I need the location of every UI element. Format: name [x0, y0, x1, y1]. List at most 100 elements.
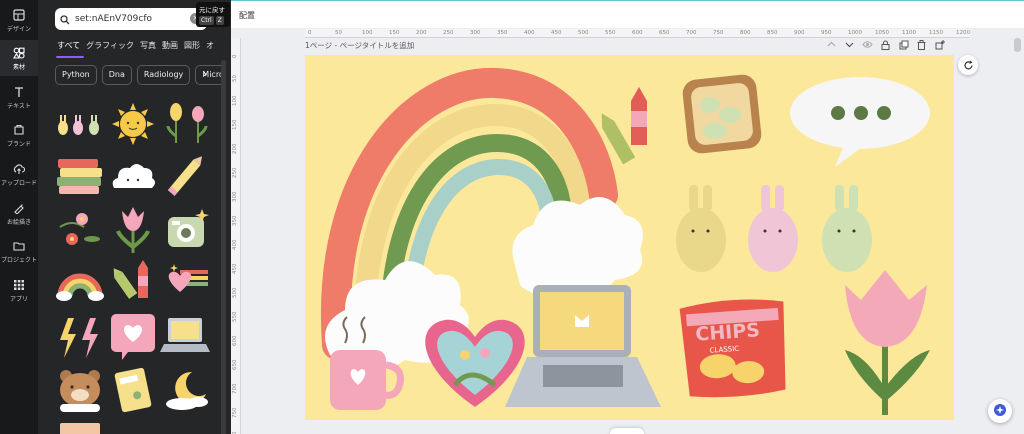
ruler-tick-label: 350	[232, 215, 238, 227]
tab-graphics[interactable]: グラフィック	[86, 40, 134, 54]
tab-photos[interactable]: 写真	[140, 40, 156, 54]
ruler-tick-label: 150	[232, 119, 238, 131]
heart-frame-graphic	[425, 319, 525, 407]
camera-thumb[interactable]	[162, 205, 210, 253]
tab-all[interactable]: すべて	[57, 40, 80, 54]
rail-label: ブランド	[6, 140, 31, 148]
ruler-tick-label: 1000	[848, 30, 862, 36]
magic-assistant-button[interactable]	[988, 399, 1012, 423]
trash-icon[interactable]	[916, 39, 927, 50]
chip-radiology[interactable]: Radiology	[136, 65, 191, 85]
chevron-right-icon[interactable]: ›	[203, 69, 207, 80]
active-tab-indicator	[56, 56, 84, 58]
page-toolbar	[826, 39, 945, 50]
tulip-thumb[interactable]	[110, 203, 156, 255]
lightning-thumb[interactable]	[54, 312, 106, 364]
ruler-tick-label: 500	[578, 30, 589, 36]
refresh-button[interactable]	[958, 55, 978, 75]
ruler-tick-label: 50	[232, 75, 238, 82]
undo-tooltip: 元に戻す Ctrl Z	[196, 2, 230, 27]
ruler-tick-label: 650	[232, 359, 238, 371]
refresh-icon	[963, 56, 974, 75]
top-toolbar: 配置	[231, 0, 1024, 28]
add-page-icon[interactable]	[934, 39, 945, 50]
laptop-thumb[interactable]	[160, 312, 212, 360]
ruler-tick-label: 400	[524, 30, 535, 36]
rainbow-thumb[interactable]	[54, 262, 106, 304]
tooltip-key-z: Z	[215, 16, 224, 25]
todo-thumb[interactable]	[58, 420, 104, 434]
rail-item-elements[interactable]: 素材	[0, 40, 38, 76]
rail-item-upload[interactable]: アップロード	[0, 156, 38, 192]
design-canvas[interactable]: CHIPS CLASSIC	[305, 55, 954, 420]
sun-thumb[interactable]	[108, 100, 158, 148]
app-window: デザイン 素材 テキスト ブランド アップロード お絵描き プロジェクト アプリ…	[0, 0, 1024, 434]
rainbow-heart-thumb[interactable]	[162, 262, 212, 304]
tulips-thumb[interactable]	[160, 98, 210, 148]
panel-scrollbar[interactable]	[221, 60, 226, 434]
lock-icon[interactable]	[880, 39, 891, 50]
ruler-tick-label: 450	[551, 30, 562, 36]
tab-shapes[interactable]: 図形	[184, 40, 200, 54]
notebook-thumb[interactable]	[110, 364, 156, 416]
pages-drawer-handle[interactable]	[610, 428, 644, 434]
ruler-tick-label: 1050	[875, 30, 889, 36]
moon-thumb[interactable]	[162, 366, 212, 414]
chevron-up-icon[interactable]	[826, 39, 837, 50]
duplicate-icon[interactable]	[898, 39, 909, 50]
ruler-tick-label: 750	[713, 30, 724, 36]
ruler-tick-label: 800	[740, 30, 751, 36]
layout-icon	[12, 8, 26, 22]
rail-label: デザイン	[6, 25, 31, 33]
ruler-tick-label: 250	[232, 167, 238, 179]
chip-python[interactable]: Python	[55, 65, 97, 85]
arrange-button[interactable]: 配置	[239, 10, 255, 21]
ruler-tick-label: 700	[686, 30, 697, 36]
rail-item-text[interactable]: テキスト	[0, 79, 38, 115]
ruler-tick-label: 600	[632, 30, 643, 36]
heart-bubble-thumb[interactable]	[108, 310, 158, 362]
draw-icon	[12, 201, 26, 215]
cloud-thumb[interactable]	[108, 158, 158, 194]
ruler-tick-label: 200	[232, 143, 238, 155]
eye-icon[interactable]	[862, 39, 873, 50]
left-rail: デザイン 素材 テキスト ブランド アップロード お絵描き プロジェクト アプリ	[0, 0, 38, 434]
ruler-tick-label: 350	[497, 30, 508, 36]
rail-item-brand[interactable]: ブランド	[0, 117, 38, 153]
ruler-tick-label: 650	[659, 30, 670, 36]
books-thumb[interactable]	[54, 155, 106, 197]
tab-audio[interactable]: オ	[206, 40, 214, 54]
ruler-tick-label: 100	[362, 30, 373, 36]
editor-scrollbar[interactable]	[1014, 38, 1021, 52]
chevron-down-icon[interactable]	[844, 39, 855, 50]
bunnies-graphic	[676, 185, 872, 272]
ruler-tick-label: 850	[767, 30, 778, 36]
rail-item-design[interactable]: デザイン	[0, 2, 38, 38]
bear-thumb[interactable]	[54, 366, 106, 416]
rail-item-draw[interactable]: お絵描き	[0, 195, 38, 231]
folder-icon	[12, 239, 26, 253]
crayons-thumb[interactable]	[110, 258, 158, 306]
brand-icon	[12, 123, 26, 137]
ruler-tick-label: 1200	[956, 30, 970, 36]
rail-item-projects[interactable]: プロジェクト	[0, 233, 38, 269]
ruler-tick-label: 550	[232, 311, 238, 323]
bunnies-thumb[interactable]	[54, 100, 106, 148]
speech-bubble-graphic	[790, 77, 930, 167]
sparkle-icon	[993, 402, 1007, 421]
ruler-tick-label: 300	[470, 30, 481, 36]
pencil-thumb[interactable]	[162, 152, 212, 198]
rail-item-apps[interactable]: アプリ	[0, 272, 38, 308]
canvas-artwork: CHIPS CLASSIC	[320, 67, 930, 415]
tooltip-key-ctrl: Ctrl	[199, 16, 214, 25]
chips-label: CHIPS	[695, 319, 761, 345]
tab-videos[interactable]: 動画	[162, 40, 178, 54]
ruler-tick-label: 300	[232, 191, 238, 203]
rail-label: プロジェクト	[0, 256, 37, 264]
rail-label: 素材	[12, 63, 25, 71]
search-input[interactable]: set:nAEnV709cfo ×	[55, 8, 207, 30]
chip-dna[interactable]: Dna	[101, 65, 132, 85]
search-icon	[60, 10, 70, 29]
flowers-thumb[interactable]	[54, 205, 106, 253]
page-title[interactable]: 1ページ - ページタイトルを追加	[305, 40, 414, 51]
